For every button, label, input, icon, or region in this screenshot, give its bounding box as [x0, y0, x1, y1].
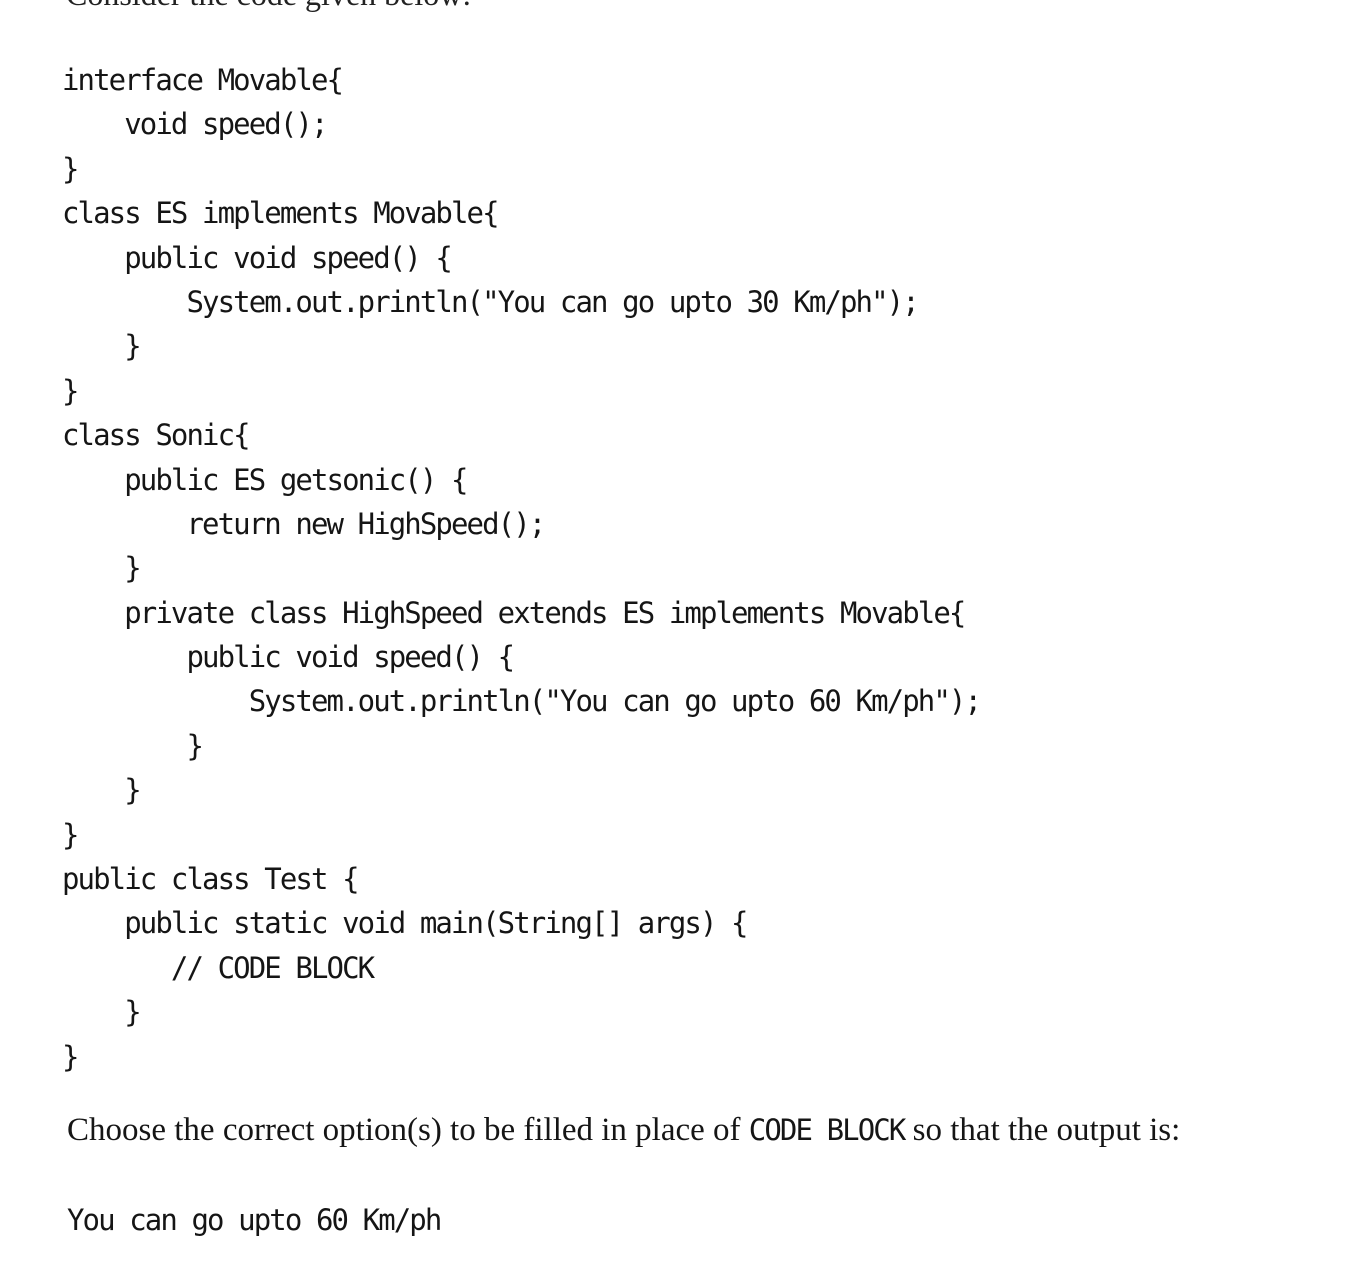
question-text: Choose the correct option(s) to be fille…	[67, 1108, 1180, 1152]
code-line: public void speed() {	[62, 640, 515, 675]
question-text-before: Choose the correct option(s) to be fille…	[67, 1112, 749, 1148]
code-block-reference: CODE BLOCK	[748, 1113, 907, 1147]
code-line: }	[62, 995, 141, 1030]
code-line: }	[62, 329, 141, 364]
question-text-after: so that the output is:	[904, 1112, 1181, 1148]
code-line: }	[62, 151, 79, 186]
code-line: System.out.println("You can go upto 60 K…	[62, 684, 982, 719]
code-line: }	[62, 373, 79, 408]
code-line: }	[62, 728, 203, 763]
code-line: }	[62, 773, 141, 808]
code-line: }	[62, 551, 141, 586]
code-line: class Sonic{	[62, 418, 251, 453]
code-line: System.out.println("You can go upto 30 K…	[62, 284, 919, 319]
code-line: class ES implements Movable{	[62, 196, 500, 231]
code-line: interface Movable{	[62, 63, 344, 97]
code-line: private class HighSpeed extends ES imple…	[62, 595, 966, 630]
code-line: public ES getsonic() {	[62, 462, 468, 497]
code-line: public static void main(String[] args) {	[62, 906, 748, 941]
code-line: return new HighSpeed();	[62, 506, 546, 541]
code-block: interface Movable{ void speed(); } class…	[62, 58, 982, 1079]
code-line: }	[62, 1039, 79, 1074]
expected-output: You can go upto 60 Km/ph	[67, 1203, 442, 1237]
code-line: }	[62, 817, 79, 852]
code-line: public class Test {	[62, 862, 360, 897]
code-line: void speed();	[62, 107, 328, 142]
code-line: public void speed() {	[62, 240, 453, 275]
intro-text: Consider the code given below:	[66, 0, 471, 10]
code-line: // CODE BLOCK	[62, 950, 375, 985]
question-page: Consider the code given below: interface…	[0, 0, 1364, 1262]
